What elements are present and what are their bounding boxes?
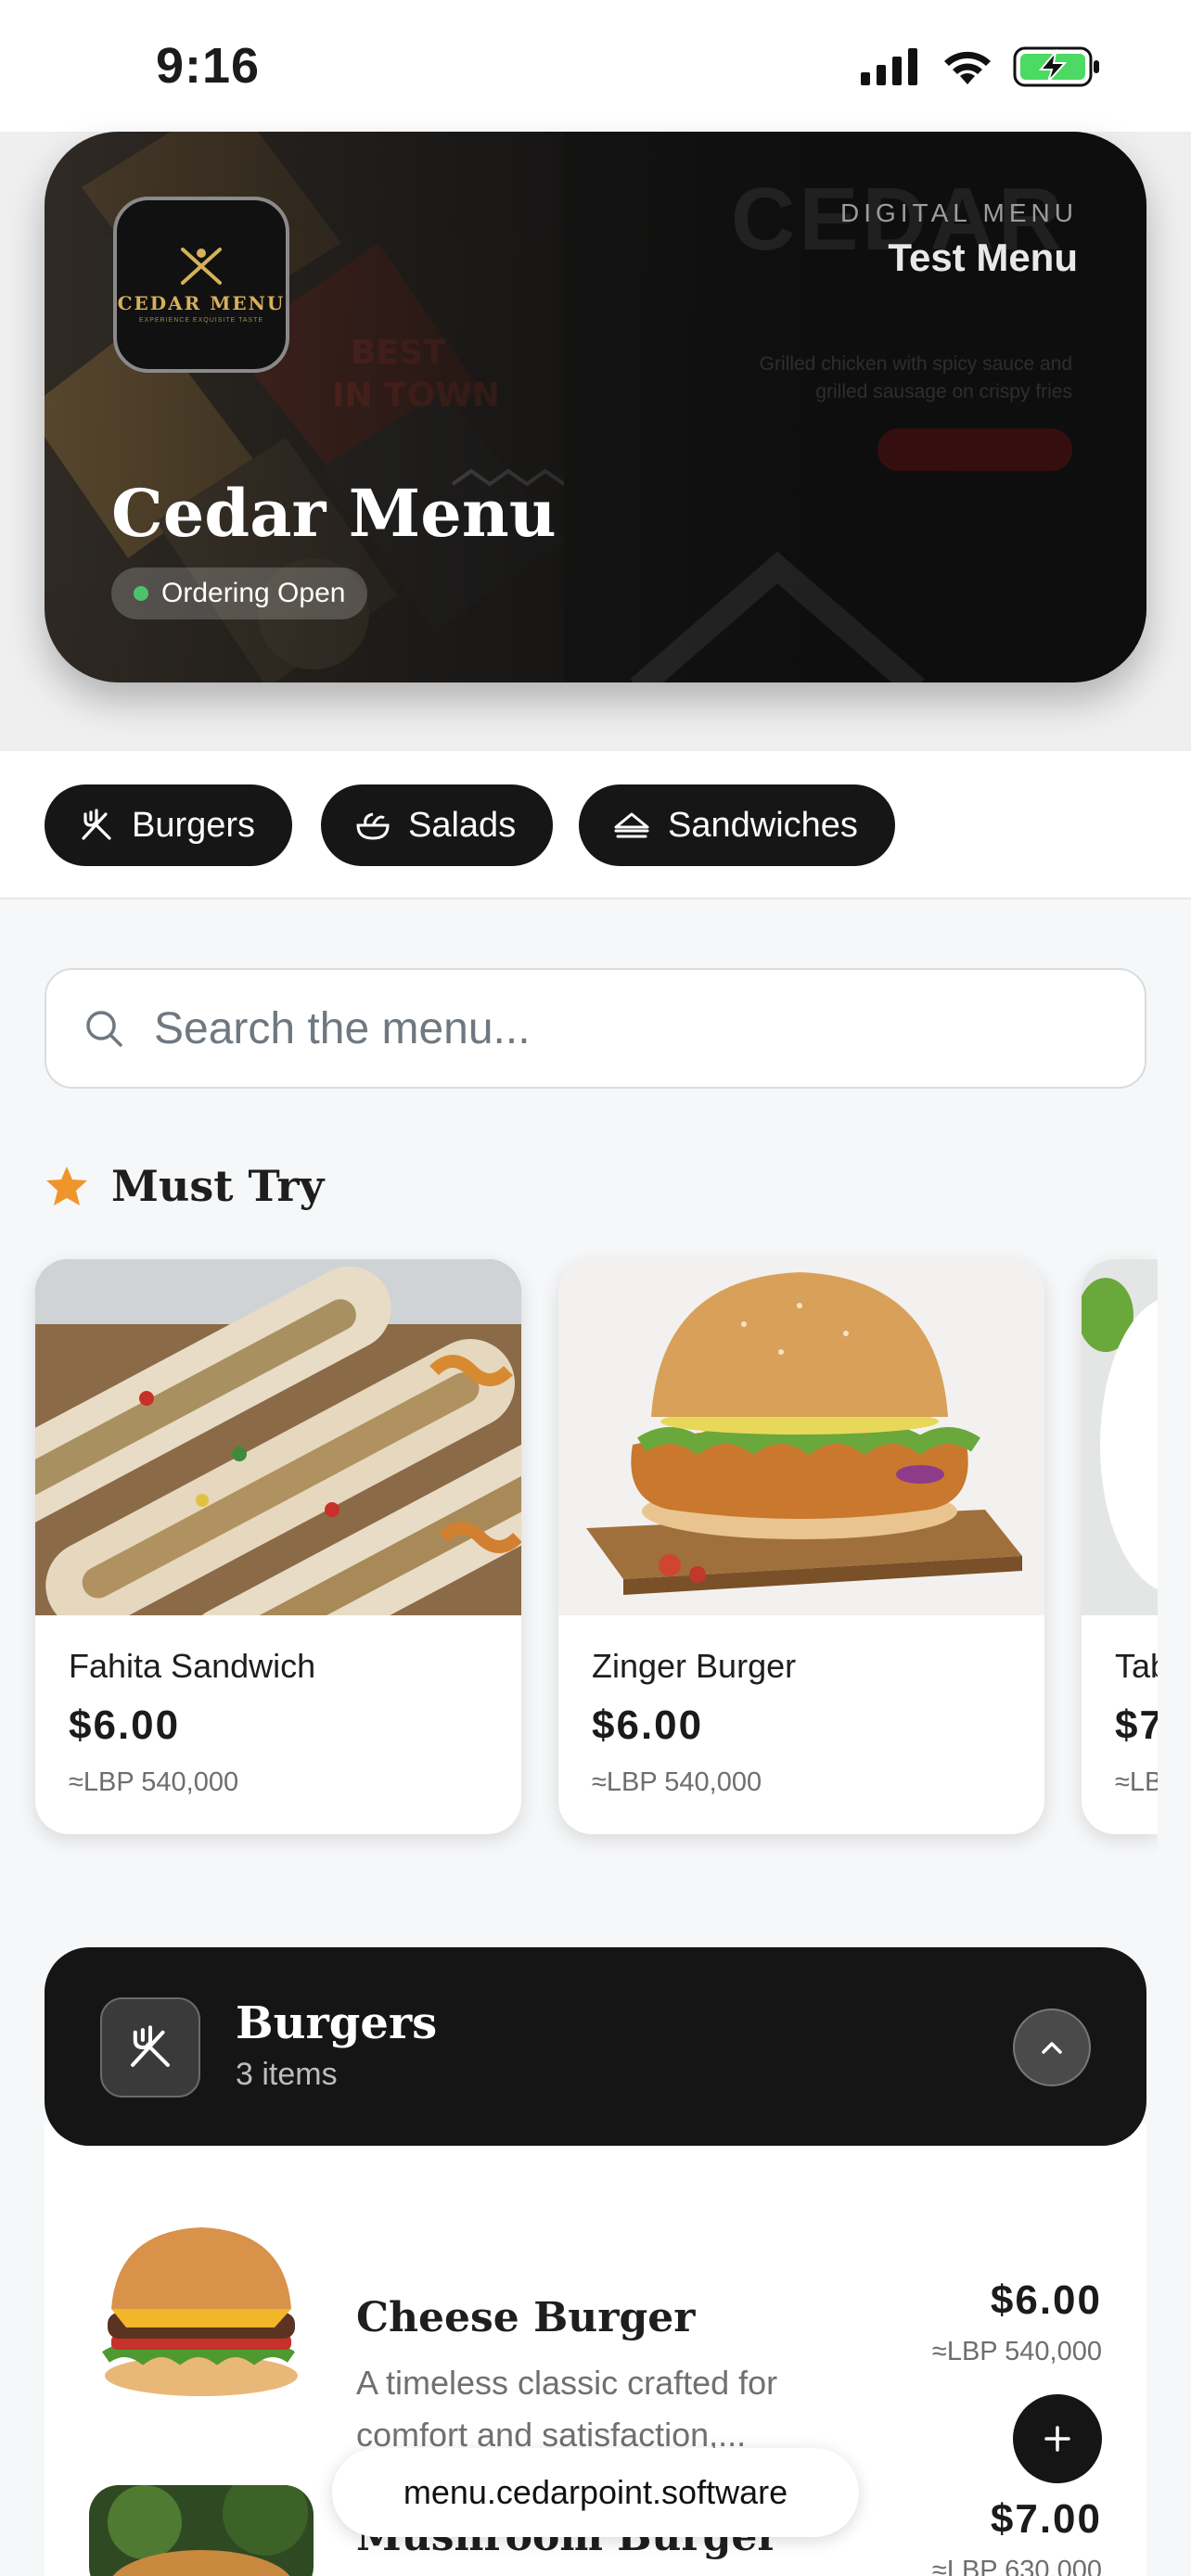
item-name: Cheese Burger [356, 2294, 696, 2341]
menu-item[interactable]: Cheese Burger A timeless classic crafted… [45, 2209, 1146, 2483]
hero-kicker: DIGITAL MENU [839, 198, 1078, 227]
section-icon [100, 1997, 200, 2098]
collapse-button[interactable] [1013, 2009, 1091, 2086]
url-bar[interactable]: menu.cedarpoint.software [332, 2448, 859, 2537]
must-try-card[interactable]: Fahita Sandwich $6.00 ≈LBP 540,000 [35, 1259, 521, 1834]
item-description: A timeless classic crafted for comfort a… [356, 2364, 778, 2454]
utensils-icon [131, 2025, 170, 2067]
must-try-card[interactable]: Tab $7 ≈LB [1082, 1259, 1158, 1834]
item-price-lbp: ≈LBP 540,000 [69, 1767, 239, 1797]
ordering-status-label: Ordering Open [161, 578, 346, 608]
item-price: $6.00 [69, 1702, 181, 1748]
add-to-cart-button[interactable] [1013, 2394, 1102, 2483]
item-image [89, 2209, 314, 2433]
item-image [89, 2485, 314, 2576]
tab-label: Burgers [132, 805, 256, 845]
search-icon [86, 1011, 122, 1047]
tab-sandwiches[interactable]: Sandwiches [579, 784, 895, 866]
section-title: Burgers [236, 1997, 438, 2049]
search-input[interactable]: Search the menu... [45, 968, 1146, 1089]
item-price: $6.00 [990, 2277, 1102, 2323]
restaurant-logo: CEDAR MENU EXPERIENCE EXQUISITE TASTE [113, 197, 289, 373]
item-price-lbp: ≈LB [1115, 1767, 1158, 1797]
item-price: $7 [1115, 1702, 1158, 1748]
wifi-icon [944, 51, 991, 84]
tab-label: Sandwiches [668, 805, 858, 845]
signal-icon [861, 48, 917, 85]
hero-ghost-button [877, 428, 1072, 471]
tab-salads[interactable]: Salads [321, 784, 554, 866]
hero-ghost-text: Grilled chicken with spicy sauce and gri… [759, 353, 1072, 402]
must-try-header: Must Try [45, 1161, 324, 1211]
hero-banner: BEST IN TOWN CEDAR Grilled chicken with … [45, 132, 1146, 682]
item-image [35, 1259, 521, 1615]
item-name: Zinger Burger [592, 1647, 797, 1685]
item-price-lbp: ≈LBP 540,000 [592, 1767, 762, 1797]
hero-chevron-decoration [630, 551, 925, 682]
hero-section: BEST IN TOWN CEDAR Grilled chicken with … [0, 132, 1191, 751]
battery-charging-icon [1013, 46, 1099, 87]
star-icon [46, 1167, 87, 1205]
item-image [558, 1259, 1044, 1615]
plus-icon [1044, 2426, 1070, 2452]
status-icons [861, 46, 1102, 87]
restaurant-name: Cedar Menu [111, 475, 557, 552]
section-header-burgers[interactable]: Burgers 3 items [45, 1947, 1146, 2146]
salad-bowl-icon [356, 812, 390, 840]
sandwich-icon [614, 812, 649, 838]
must-try-card[interactable]: Zinger Burger $6.00 ≈LBP 540,000 [558, 1259, 1044, 1834]
status-dot [134, 586, 148, 601]
chevron-up-icon [1042, 2042, 1062, 2054]
item-name: Tab [1115, 1647, 1158, 1685]
tab-label: Salads [408, 805, 517, 845]
item-price-lbp: ≈LBP 630,000 [931, 2556, 1102, 2576]
status-bar: 9:16 [0, 0, 1191, 132]
scroll-clip [1158, 1243, 1191, 1855]
crossed-utensils-logo-icon [181, 248, 222, 285]
search-placeholder: Search the menu... [154, 1003, 531, 1053]
logo-subtext: EXPERIENCE EXQUISITE TASTE [138, 317, 264, 324]
utensils-icon [82, 809, 111, 840]
must-try-title: Must Try [111, 1161, 325, 1211]
item-price-lbp: ≈LBP 540,000 [931, 2337, 1102, 2366]
logo-text: CEDAR MENU [117, 292, 286, 314]
item-price: $7.00 [990, 2496, 1102, 2542]
status-time: 9:16 [156, 38, 261, 94]
item-price: $6.00 [592, 1702, 704, 1748]
item-image [1082, 1259, 1158, 1615]
ordering-status-badge: Ordering Open [111, 567, 368, 619]
tab-burgers[interactable]: Burgers [45, 784, 293, 866]
hero-menu-name: Test Menu [888, 236, 1078, 279]
category-tabs: Burgers Salads Sandwiches [0, 751, 1191, 899]
section-item-count: 3 items [236, 2057, 338, 2092]
item-name: Fahita Sandwich [69, 1647, 316, 1685]
